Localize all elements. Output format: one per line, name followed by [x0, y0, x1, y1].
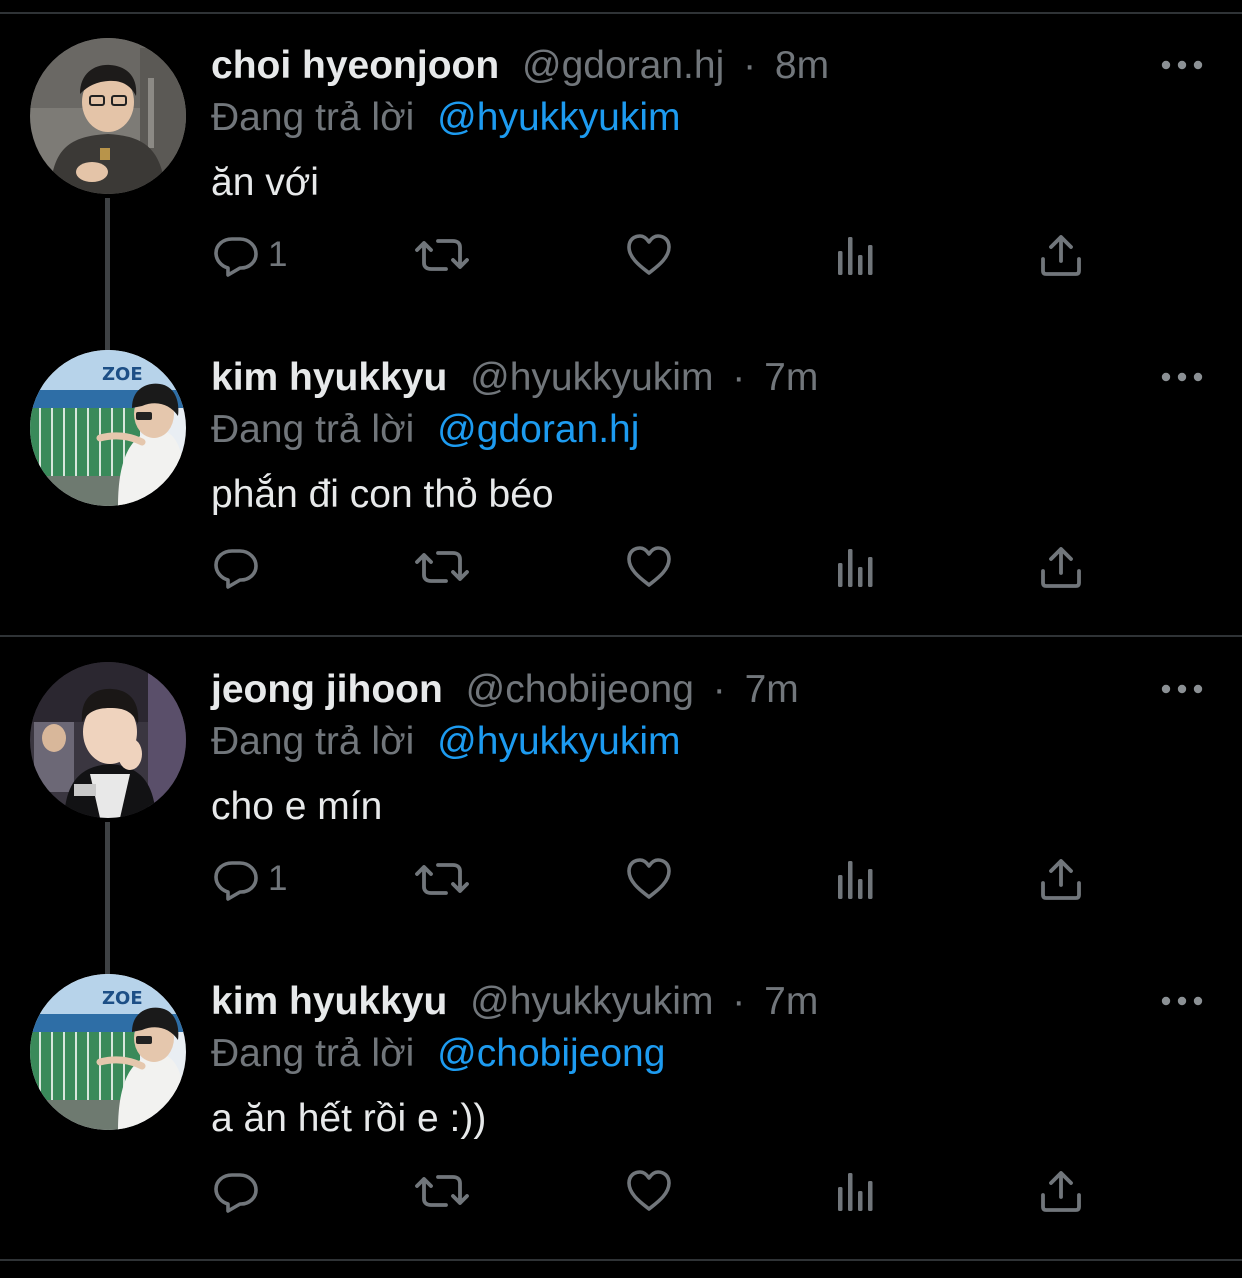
- replying-to: Đang trả lời @hyukkyukim: [211, 716, 680, 768]
- views-icon: [832, 1167, 880, 1215]
- tweet-text: phắn đi con thỏ béo: [211, 473, 554, 516]
- more-icon[interactable]: [1152, 674, 1212, 704]
- views-button[interactable]: [832, 532, 880, 602]
- like-button[interactable]: [625, 532, 673, 602]
- display-name[interactable]: choi hyeonjoon: [211, 44, 499, 87]
- views-button[interactable]: [832, 844, 880, 914]
- like-button[interactable]: [625, 1156, 673, 1226]
- retweet-icon: [414, 855, 470, 903]
- reply-icon: [212, 543, 260, 591]
- views-button[interactable]: [832, 1156, 880, 1226]
- replying-to-mention[interactable]: @hyukkyukim: [437, 96, 680, 139]
- timestamp[interactable]: 7m: [764, 980, 818, 1023]
- action-bar: [0, 532, 1242, 602]
- share-icon: [1037, 855, 1085, 903]
- share-button[interactable]: [1037, 532, 1085, 602]
- tweet[interactable]: jeong jihoon @chobijeong · 7m Đang trả l…: [0, 624, 1242, 974]
- reply-count: 1: [268, 235, 288, 274]
- like-button[interactable]: [625, 844, 673, 914]
- tweet-header: choi hyeonjoon @gdoran.hj · 8m: [211, 40, 829, 92]
- user-handle[interactable]: @hyukkyukim: [470, 356, 713, 399]
- user-handle[interactable]: @gdoran.hj: [522, 44, 724, 87]
- reply-count: 1: [268, 859, 288, 898]
- action-bar: 1: [0, 220, 1242, 290]
- reply-button[interactable]: 1: [212, 844, 287, 914]
- display-name[interactable]: kim hyukkyu: [211, 356, 447, 399]
- separator-dot: ·: [743, 44, 757, 87]
- timestamp[interactable]: 7m: [745, 668, 799, 711]
- separator-dot: ·: [712, 668, 726, 711]
- separator-dot: ·: [732, 356, 746, 399]
- tweet-text: cho e mín: [211, 785, 383, 828]
- views-icon: [832, 543, 880, 591]
- replying-to-label: Đang trả lời: [211, 408, 415, 451]
- tweet[interactable]: kim hyukkyu @hyukkyukim · 7m Đang trả lờ…: [0, 936, 1242, 1248]
- tweet-header: kim hyukkyu @hyukkyukim · 7m: [211, 976, 818, 1028]
- replying-to-mention[interactable]: @chobijeong: [437, 1032, 665, 1075]
- retweet-button[interactable]: [414, 844, 470, 914]
- avatar[interactable]: [30, 350, 186, 506]
- reply-button[interactable]: [212, 532, 268, 602]
- replying-to-mention[interactable]: @gdoran.hj: [437, 408, 639, 451]
- share-button[interactable]: [1037, 220, 1085, 290]
- replying-to-label: Đang trả lời: [211, 1032, 415, 1075]
- tweet[interactable]: choi hyeonjoon @gdoran.hj · 8m Đang trả …: [0, 0, 1242, 350]
- views-button[interactable]: [832, 220, 880, 290]
- tweet-text: ăn với: [211, 161, 319, 204]
- replying-to-label: Đang trả lời: [211, 720, 415, 763]
- retweet-icon: [414, 1167, 470, 1215]
- avatar[interactable]: [30, 38, 186, 194]
- more-icon[interactable]: [1152, 50, 1212, 80]
- reply-button[interactable]: 1: [212, 220, 287, 290]
- heart-icon: [625, 855, 673, 903]
- views-icon: [832, 855, 880, 903]
- tweet-header: kim hyukkyu @hyukkyukim · 7m: [211, 352, 818, 404]
- bottom-divider: [0, 1259, 1242, 1261]
- share-button[interactable]: [1037, 1156, 1085, 1226]
- retweet-button[interactable]: [414, 1156, 470, 1226]
- retweet-button[interactable]: [414, 532, 470, 602]
- replying-to-mention[interactable]: @hyukkyukim: [437, 720, 680, 763]
- reply-icon: [212, 855, 260, 903]
- retweet-button[interactable]: [414, 220, 470, 290]
- user-handle[interactable]: @chobijeong: [466, 668, 694, 711]
- reply-icon: [212, 1167, 260, 1215]
- action-bar: [0, 1156, 1242, 1226]
- share-icon: [1037, 543, 1085, 591]
- views-icon: [832, 231, 880, 279]
- avatar[interactable]: [30, 974, 186, 1130]
- avatar[interactable]: [30, 662, 186, 818]
- more-icon[interactable]: [1152, 986, 1212, 1016]
- share-icon: [1037, 1167, 1085, 1215]
- more-icon[interactable]: [1152, 362, 1212, 392]
- tweet-text: a ăn hết rồi e :)): [211, 1097, 487, 1140]
- timestamp[interactable]: 7m: [764, 356, 818, 399]
- tweet-header: jeong jihoon @chobijeong · 7m: [211, 664, 799, 716]
- replying-to: Đang trả lời @gdoran.hj: [211, 404, 639, 456]
- reply-icon: [212, 231, 260, 279]
- tweet[interactable]: kim hyukkyu @hyukkyukim · 7m Đang trả lờ…: [0, 312, 1242, 624]
- replying-to: Đang trả lời @hyukkyukim: [211, 92, 680, 144]
- reply-button[interactable]: [212, 1156, 268, 1226]
- retweet-icon: [414, 231, 470, 279]
- share-button[interactable]: [1037, 844, 1085, 914]
- like-button[interactable]: [625, 220, 673, 290]
- retweet-icon: [414, 543, 470, 591]
- heart-icon: [625, 1167, 673, 1215]
- replying-to: Đang trả lời @chobijeong: [211, 1028, 665, 1080]
- display-name[interactable]: kim hyukkyu: [211, 980, 447, 1023]
- display-name[interactable]: jeong jihoon: [211, 668, 443, 711]
- share-icon: [1037, 231, 1085, 279]
- user-handle[interactable]: @hyukkyukim: [470, 980, 713, 1023]
- replying-to-label: Đang trả lời: [211, 96, 415, 139]
- timestamp[interactable]: 8m: [775, 44, 829, 87]
- heart-icon: [625, 543, 673, 591]
- separator-dot: ·: [732, 980, 746, 1023]
- heart-icon: [625, 231, 673, 279]
- action-bar: 1: [0, 844, 1242, 914]
